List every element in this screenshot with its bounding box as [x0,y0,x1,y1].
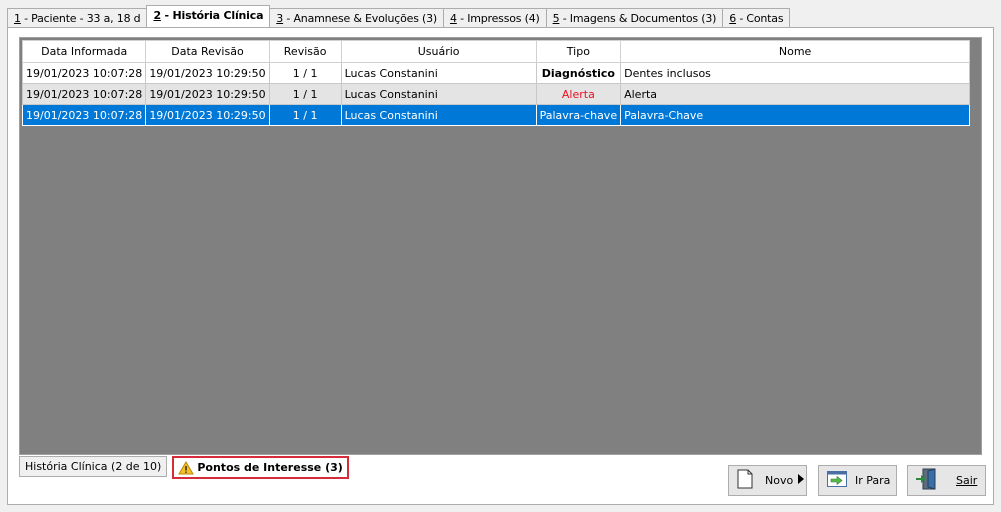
tab-historia-clinica[interactable]: 2 - História Clínica [146,5,271,27]
warning-icon [178,460,195,475]
points-of-interest-grid: Data Informada Data Revisão Revisão Usuá… [21,40,971,126]
ir-para-button[interactable]: Ir Para [818,465,897,496]
cell-data-informada: 19/01/2023 10:07:28 [21,83,147,105]
column-header-data-revisao[interactable]: Data Revisão [145,40,270,63]
cell-nome: Palavra-Chave [620,104,971,126]
sair-label: Sair [956,474,978,487]
cell-data-revisao: 19/01/2023 10:29:50 [145,83,270,105]
column-header-tipo[interactable]: Tipo [535,40,622,63]
go-to-icon [827,471,847,490]
new-document-icon [737,469,753,492]
table-row-selected[interactable]: 19/01/2023 10:07:28 19/01/2023 10:29:50 … [21,104,971,126]
exit-door-icon [916,468,940,493]
cell-tipo: Palavra-chave [535,104,622,126]
tab-contas[interactable]: 6 - Contas [722,8,791,27]
cell-usuario: Lucas Constanini [340,83,537,105]
grid-area[interactable]: Data Informada Data Revisão Revisão Usuá… [19,37,982,455]
column-header-data-informada[interactable]: Data Informada [21,40,147,63]
cell-nome: Dentes inclusos [620,62,971,84]
column-header-usuario[interactable]: Usuário [340,40,537,63]
bottom-tab-strip: História Clínica (2 de 10) Pontos de Int… [19,456,349,479]
table-row[interactable]: 19/01/2023 10:07:28 19/01/2023 10:29:50 … [21,83,971,105]
ir-para-label: Ir Para [855,474,891,487]
sair-button[interactable]: Sair [907,465,986,496]
tab-pontos-label: Pontos de Interesse (3) [197,460,343,474]
cell-nome: Alerta [620,83,971,105]
novo-button[interactable]: Novo [728,465,807,496]
tab-anamnese-evolucoes[interactable]: 3 - Anamnese & Evoluções (3) [269,8,445,27]
cell-revisao: 1 / 1 [268,62,342,84]
cell-usuario: Lucas Constanini [340,62,537,84]
tab-imagens-documentos[interactable]: 5 - Imagens & Documentos (3) [545,8,724,27]
cell-tipo: Alerta [535,83,622,105]
cell-tipo: Diagnóstico [535,62,622,84]
column-header-revisao[interactable]: Revisão [268,40,342,63]
arrow-right-icon [798,474,805,487]
column-header-nome[interactable]: Nome [620,40,971,63]
tab-impressos[interactable]: 4 - Impressos (4) [443,8,547,27]
tab-paciente[interactable]: 1 - Paciente - 33 a, 18 d [7,8,148,27]
tab-pontos-de-interesse[interactable]: Pontos de Interesse (3) [172,456,349,479]
novo-label: Novo [765,474,794,487]
grid-header-row: Data Informada Data Revisão Revisão Usuá… [21,40,971,63]
cell-data-revisao: 19/01/2023 10:29:50 [145,62,270,84]
cell-revisao: 1 / 1 [268,83,342,105]
cell-usuario: Lucas Constanini [340,104,537,126]
tab-historia-clinica-count[interactable]: História Clínica (2 de 10) [19,456,168,477]
table-row[interactable]: 19/01/2023 10:07:28 19/01/2023 10:29:50 … [21,62,971,84]
cell-data-revisao: 19/01/2023 10:29:50 [145,104,270,126]
cell-data-informada: 19/01/2023 10:07:28 [21,62,147,84]
cell-data-informada: 19/01/2023 10:07:28 [21,104,147,126]
main-tab-strip: 1 - Paciente - 33 a, 18 d 2 - História C… [7,5,791,27]
cell-revisao: 1 / 1 [268,104,342,126]
